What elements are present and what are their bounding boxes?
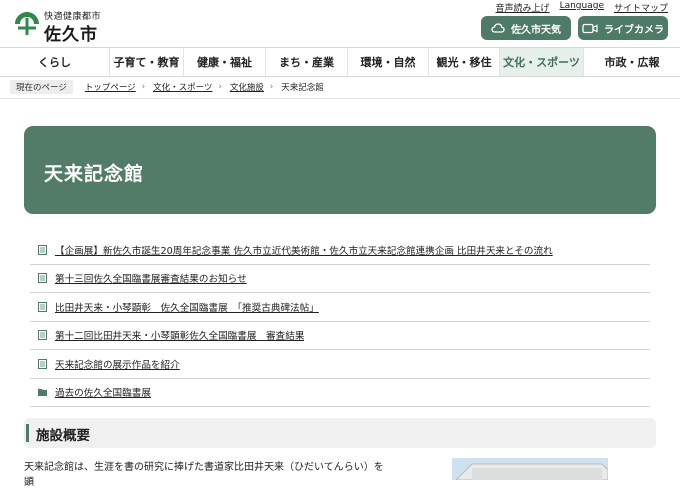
- list-link[interactable]: 【企画展】新佐久市誕生20周年記念事業 佐久市立近代美術館・佐久市立天来記念館連…: [55, 243, 553, 257]
- site-logo[interactable]: 快適健康都市 佐久市: [12, 8, 112, 45]
- heading-accent-bar: [26, 424, 29, 442]
- nav-item-machi[interactable]: まち・産業: [266, 48, 348, 76]
- list-item: 【企画展】新佐久市誕生20周年記念事業 佐久市立近代美術館・佐久市立天来記念館連…: [30, 236, 650, 265]
- list-link[interactable]: 第十二回比田井天来・小琴顕彰佐久全国臨書展 審査結果: [55, 328, 304, 342]
- section-heading-box: 施設概要: [24, 418, 656, 448]
- city-emblem-icon: [15, 12, 39, 35]
- page-title: 天来記念館: [44, 163, 145, 185]
- nav-item-bunka[interactable]: 文化・スポーツ: [500, 48, 584, 76]
- breadcrumb-home[interactable]: トップページ: [85, 81, 136, 93]
- breadcrumb-chevron-icon: ›: [141, 82, 146, 92]
- live-camera-button[interactable]: ライブカメラ: [578, 16, 668, 40]
- cloud-icon: [491, 23, 505, 33]
- breadcrumb-facilities[interactable]: 文化施設: [230, 81, 264, 93]
- list-item: 第十三回佐久全国臨書展審査結果のお知らせ: [30, 265, 650, 293]
- live-camera-button-label: ライブカメラ: [604, 24, 664, 36]
- sitemap-link[interactable]: サイトマップ: [614, 1, 668, 14]
- weather-button-label: 佐久市天気: [511, 24, 561, 36]
- building-photo-icon: [452, 458, 608, 480]
- breadcrumb: 現在のページ トップページ › 文化・スポーツ › 文化施設 › 天来記念館: [0, 76, 680, 99]
- list-item: 第十二回比田井天来・小琴顕彰佐久全国臨書展 審査結果: [30, 322, 650, 350]
- video-camera-icon: [582, 23, 598, 33]
- city-name: 佐久市: [44, 25, 98, 45]
- list-link[interactable]: 第十三回佐久全国臨書展審査結果のお知らせ: [55, 271, 247, 285]
- site-header: 快適健康都市 佐久市 音声読み上げ Language サイトマップ 佐久市天気 …: [0, 0, 680, 47]
- list-item: 過去の佐久全国臨書展: [30, 379, 650, 407]
- nav-item-kosodate[interactable]: 子育て・教育: [110, 48, 184, 76]
- nav-item-kurashi[interactable]: くらし: [0, 48, 110, 76]
- list-item: 比田井天来・小琴顕彰 佐久全国臨書展 「推奨古典碑法帖」: [30, 293, 650, 322]
- breadcrumb-current-label: 現在のページ: [10, 80, 73, 94]
- breadcrumb-current-page: 天来記念館: [281, 83, 324, 93]
- weather-button[interactable]: 佐久市天気: [481, 16, 571, 40]
- language-link[interactable]: Language: [560, 1, 604, 14]
- list-link[interactable]: 比田井天来・小琴顕彰 佐久全国臨書展 「推奨古典碑法帖」: [55, 300, 319, 314]
- document-icon: [38, 330, 47, 341]
- breadcrumb-chevron-icon: ›: [218, 82, 222, 92]
- link-list: 【企画展】新佐久市誕生20周年記念事業 佐久市立近代美術館・佐久市立天来記念館連…: [30, 236, 650, 407]
- list-item: 天来記念館の展示作品を紹介: [30, 350, 650, 379]
- page-title-banner: 天来記念館: [24, 126, 656, 214]
- list-link[interactable]: 天来記念館の展示作品を紹介: [55, 357, 180, 371]
- list-link[interactable]: 過去の佐久全国臨書展: [55, 385, 151, 399]
- breadcrumb-chevron-icon: ›: [269, 82, 274, 92]
- nav-item-kenko[interactable]: 健康・福祉: [184, 48, 266, 76]
- document-icon: [38, 358, 47, 369]
- section-heading: 施設概要: [36, 428, 90, 444]
- facility-photo: [452, 458, 608, 480]
- read-aloud-link[interactable]: 音声読み上げ: [496, 1, 550, 14]
- utility-links: 音声読み上げ Language サイトマップ: [496, 1, 668, 14]
- folder-icon: [38, 389, 47, 397]
- global-nav: くらし 子育て・教育 健康・福祉 まち・産業 環境・自然 観光・移住 文化・スポ…: [0, 47, 680, 77]
- document-icon: [38, 273, 47, 284]
- nav-item-shisei[interactable]: 市政・広報: [584, 48, 680, 76]
- document-icon: [38, 244, 47, 255]
- document-icon: [38, 301, 47, 312]
- facility-description: 天来記念館は、生涯を書の研究に捧げた書道家比田井天来（ひだいてんらい）を顕: [24, 462, 384, 488]
- nav-item-kankyo[interactable]: 環境・自然: [348, 48, 429, 76]
- nav-item-kanko[interactable]: 観光・移住: [429, 48, 500, 76]
- breadcrumb-culture[interactable]: 文化・スポーツ: [153, 81, 212, 93]
